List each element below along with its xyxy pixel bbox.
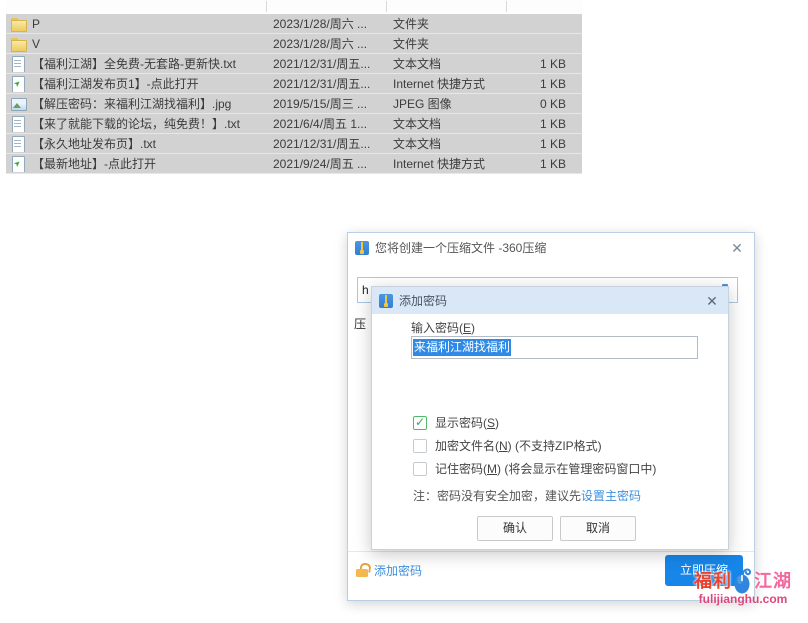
checkbox-row: 加密文件名(N) (不支持ZIP格式) <box>413 434 656 457</box>
password-note: 注：密码没有安全加密，建议先设置主密码 <box>413 487 641 504</box>
file-type: 文本文档 <box>386 115 506 132</box>
confirm-button[interactable]: 确认 <box>477 516 553 541</box>
site-watermark: 福利 江湖 fulijianghu.com <box>694 566 792 606</box>
file-name: 【永久地址发布页】.txt <box>32 135 156 152</box>
file-date: 2023/1/28/周六 ... <box>266 15 386 32</box>
checkbox-label: 记住密码(M) (将会显示在管理密码窗口中) <box>435 460 656 477</box>
padlock-open-icon <box>356 563 369 577</box>
file-size: 1 KB <box>506 117 582 131</box>
file-date: 2021/12/31/周五... <box>266 135 386 152</box>
file-date: 2021/12/31/周五... <box>266 75 386 92</box>
text-document-icon <box>10 136 26 152</box>
file-row[interactable]: V 2023/1/28/周六 ... 文件夹 <box>6 34 582 54</box>
checkbox-label: 加密文件名(N) (不支持ZIP格式) <box>435 437 602 454</box>
file-date: 2021/6/4/周五 1... <box>266 115 386 132</box>
file-name: P <box>32 17 40 31</box>
file-date: 2021/9/24/周五 ... <box>266 155 386 172</box>
screen: P 2023/1/28/周六 ... 文件夹 V 2023/1/28/周六 ..… <box>0 0 808 623</box>
zip-archive-icon <box>379 294 393 308</box>
file-row[interactable]: 【福利江湖发布页1】-点此打开 2021/12/31/周五... Interne… <box>6 74 582 94</box>
file-size: 1 KB <box>506 157 582 171</box>
set-master-password-link[interactable]: 设置主密码 <box>581 489 641 503</box>
checkbox-label: 显示密码(S) <box>435 414 499 431</box>
create-archive-titlebar[interactable]: 您将创建一个压缩文件 -360压缩 ✕ <box>348 233 754 262</box>
footer-separator <box>348 551 754 552</box>
file-name: 【福利江湖发布页1】-点此打开 <box>32 75 199 92</box>
file-size: 0 KB <box>506 97 582 111</box>
file-name: 【最新地址】-点此打开 <box>32 155 156 172</box>
text-document-icon <box>10 56 26 72</box>
file-list: P 2023/1/28/周六 ... 文件夹 V 2023/1/28/周六 ..… <box>6 14 582 174</box>
file-name-cell: 【最新地址】-点此打开 <box>6 155 266 172</box>
folder-icon <box>10 36 26 52</box>
file-size: 1 KB <box>506 77 582 91</box>
file-name-cell: P <box>6 16 266 32</box>
file-name-cell: 【永久地址发布页】.txt <box>6 135 266 152</box>
computer-mouse-icon <box>732 566 754 594</box>
file-type: 文本文档 <box>386 55 506 72</box>
selected-password-text: 来福利江湖找福利 <box>413 339 511 356</box>
file-name-cell: 【解压密码：来福利江湖找福利】.jpg <box>6 95 266 112</box>
password-options: 显示密码(S) 加密文件名(N) (不支持ZIP格式) 记住密码(M) (将会显… <box>413 411 656 480</box>
file-size: 1 KB <box>506 57 582 71</box>
file-name-cell: 【福利江湖】全免费-无套路-更新快.txt <box>6 55 266 72</box>
checkbox[interactable] <box>413 462 427 476</box>
file-row[interactable]: 【来了就能下载的论坛，纯免费！】.txt 2021/6/4/周五 1... 文本… <box>6 114 582 134</box>
file-row[interactable]: 【福利江湖】全免费-无套路-更新快.txt 2021/12/31/周五... 文… <box>6 54 582 74</box>
watermark-site-url: fulijianghu.com <box>694 592 792 606</box>
file-type: Internet 快捷方式 <box>386 75 506 92</box>
image-file-icon <box>10 96 26 112</box>
file-row[interactable]: 【最新地址】-点此打开 2021/9/24/周五 ... Internet 快捷… <box>6 154 582 174</box>
add-password-link[interactable]: 添加密码 <box>356 558 422 582</box>
file-type: 文本文档 <box>386 135 506 152</box>
file-name-cell: V <box>6 36 266 52</box>
file-name: V <box>32 37 40 51</box>
password-input-label: 输入密码(E) <box>411 319 475 336</box>
add-password-titlebar[interactable]: 添加密码 ✕ <box>372 287 728 314</box>
zip-archive-icon <box>355 241 369 255</box>
file-date: 2019/5/15/周三 ... <box>266 95 386 112</box>
checkbox[interactable] <box>413 416 427 430</box>
cancel-button[interactable]: 取消 <box>560 516 636 541</box>
add-password-dialog: 添加密码 ✕ 输入密码(E) 来福利江湖找福利 显示密码(S) 加密文件名(N)… <box>371 286 729 550</box>
file-type: 文件夹 <box>386 15 506 32</box>
file-name-cell: 【来了就能下载的论坛，纯免费！】.txt <box>6 115 266 132</box>
checkbox-row: 显示密码(S) <box>413 411 656 434</box>
internet-shortcut-icon <box>10 76 26 92</box>
text-document-icon <box>10 116 26 132</box>
close-icon[interactable]: ✕ <box>729 240 745 256</box>
file-list-header-strip <box>6 0 582 13</box>
column-divider <box>266 1 267 12</box>
column-divider <box>506 1 507 12</box>
file-name: 【解压密码：来福利江湖找福利】.jpg <box>32 95 231 112</box>
close-icon[interactable]: ✕ <box>704 293 720 309</box>
file-row[interactable]: 【永久地址发布页】.txt 2021/12/31/周五... 文本文档 1 KB <box>6 134 582 154</box>
password-input[interactable]: 来福利江湖找福利 <box>411 336 698 359</box>
file-row[interactable]: P 2023/1/28/周六 ... 文件夹 <box>6 14 582 34</box>
checkbox[interactable] <box>413 439 427 453</box>
file-date: 2023/1/28/周六 ... <box>266 35 386 52</box>
folder-icon <box>10 16 26 32</box>
file-name-cell: 【福利江湖发布页1】-点此打开 <box>6 75 266 92</box>
dialog-title: 您将创建一个压缩文件 -360压缩 <box>375 239 546 256</box>
filename-fragment: h <box>362 283 369 297</box>
checkbox-row: 记住密码(M) (将会显示在管理密码窗口中) <box>413 457 656 480</box>
file-size: 1 KB <box>506 137 582 151</box>
file-type: 文件夹 <box>386 35 506 52</box>
file-name: 【福利江湖】全免费-无套路-更新快.txt <box>32 55 236 72</box>
file-type: Internet 快捷方式 <box>386 155 506 172</box>
internet-shortcut-icon <box>10 156 26 172</box>
file-date: 2021/12/31/周五... <box>266 55 386 72</box>
watermark-logo: 福利 江湖 <box>694 566 792 594</box>
clipped-label-fragment: 压 <box>354 315 366 332</box>
file-name: 【来了就能下载的论坛，纯免费！】.txt <box>32 115 240 132</box>
column-divider <box>386 1 387 12</box>
dialog-title: 添加密码 <box>399 292 447 309</box>
file-row[interactable]: 【解压密码：来福利江湖找福利】.jpg 2019/5/15/周三 ... JPE… <box>6 94 582 114</box>
file-type: JPEG 图像 <box>386 95 506 112</box>
